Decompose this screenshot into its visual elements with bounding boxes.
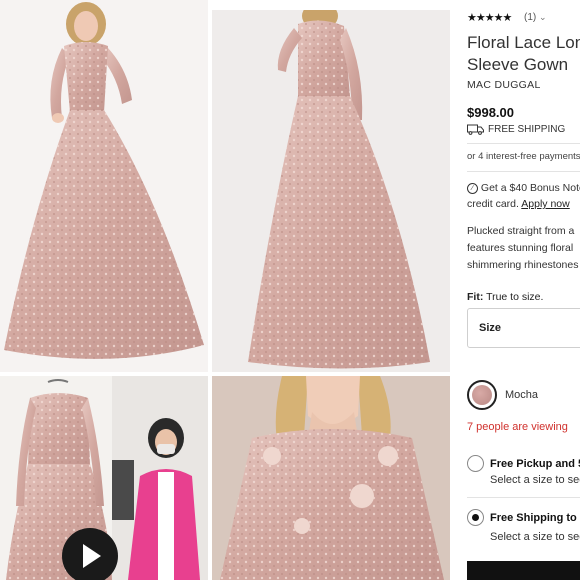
- fit-info: Fit: True to size.: [467, 291, 544, 303]
- chevron-down-icon: ⌄: [539, 12, 547, 22]
- divider: [467, 171, 580, 172]
- shipping-option-title: Free Shipping to 9: [490, 512, 580, 524]
- product-video-thumbnail[interactable]: [0, 376, 208, 580]
- truck-icon: [467, 124, 484, 135]
- review-count[interactable]: (1) ⌄: [524, 12, 547, 23]
- shipping-radio[interactable]: [467, 509, 484, 526]
- bonus-note-icon: ∕: [467, 182, 478, 194]
- product-title: Floral Lace Long Sleeve Gown: [467, 33, 580, 74]
- product-price: $998.00: [467, 105, 514, 120]
- add-to-bag-button[interactable]: [467, 561, 580, 580]
- product-info-panel: ★★★★★ (1) ⌄ Floral Lace Long Sleeve Gown…: [458, 0, 580, 580]
- product-photo-back[interactable]: [212, 10, 450, 372]
- color-swatch-mocha[interactable]: [467, 380, 497, 410]
- size-selector[interactable]: Size: [467, 308, 580, 348]
- viewer-count: 7 people are viewing: [467, 421, 568, 433]
- bonus-note-offer: ∕ Get a $40 Bonus Note credit card. Appl…: [467, 182, 580, 210]
- product-photo-front[interactable]: [0, 0, 208, 372]
- free-shipping-badge: FREE SHIPPING: [467, 124, 565, 135]
- installment-note: or 4 interest-free payments: [467, 151, 580, 162]
- brand-name[interactable]: MAC DUGGAL: [467, 79, 541, 91]
- rating-stars[interactable]: ★★★★★: [467, 11, 512, 24]
- product-photo-detail[interactable]: [212, 376, 450, 580]
- divider: [467, 143, 580, 144]
- play-icon[interactable]: [62, 528, 118, 580]
- product-description: Plucked straight from a features stunnin…: [467, 225, 579, 271]
- pickup-option-note: Select a size to see: [490, 474, 580, 486]
- shipping-option-note: Select a size to see: [490, 531, 580, 543]
- divider: [467, 497, 580, 498]
- pickup-radio[interactable]: [467, 455, 484, 472]
- selected-color-name: Mocha: [505, 389, 539, 401]
- pickup-option-title: Free Pickup and 57: [490, 458, 580, 470]
- apply-now-link[interactable]: Apply now: [521, 198, 569, 210]
